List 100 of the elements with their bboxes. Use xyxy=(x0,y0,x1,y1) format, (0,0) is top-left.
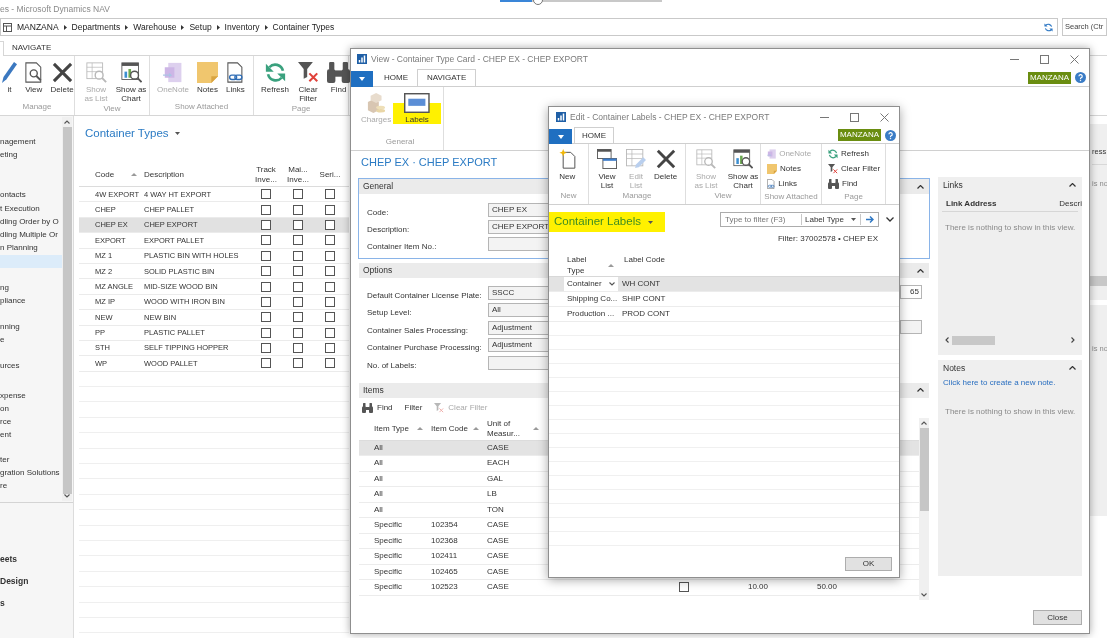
nav-item[interactable]: ontacts xyxy=(0,188,62,202)
nav-item[interactable]: n Planning xyxy=(0,241,62,256)
help-icon[interactable] xyxy=(1075,72,1086,83)
checkbox[interactable] xyxy=(293,312,303,323)
scrollbar-thumb[interactable] xyxy=(919,427,929,511)
vertical-scrollbar[interactable] xyxy=(919,417,929,600)
checkbox[interactable] xyxy=(293,189,303,200)
checkbox[interactable] xyxy=(261,312,271,323)
ribbon-button[interactable]: Delete xyxy=(48,61,76,94)
chevron-down-icon[interactable] xyxy=(886,217,894,222)
checkbox[interactable] xyxy=(293,281,303,292)
checkbox[interactable] xyxy=(261,204,271,215)
factbox-header[interactable]: Links xyxy=(938,177,1082,193)
breadcrumb-link[interactable]: Inventory xyxy=(224,20,260,34)
nav-button[interactable]: s xyxy=(0,596,5,610)
checkbox[interactable] xyxy=(325,266,335,277)
nav-item[interactable]: t Execution xyxy=(0,201,62,216)
nav-item[interactable]: gration Solutions xyxy=(0,466,62,480)
ribbon-button[interactable]: New xyxy=(557,148,578,181)
checkbox[interactable] xyxy=(325,343,335,354)
factbox-header[interactable]: Notes xyxy=(938,360,1082,376)
toolbar-button[interactable]: Filter xyxy=(404,401,423,414)
ribbon-button[interactable]: View xyxy=(23,61,45,94)
table-row[interactable]: Shipping Co... SHIP CONT xyxy=(549,292,899,307)
dropdown-field[interactable]: Container xyxy=(564,277,618,291)
close-button[interactable]: Close xyxy=(1033,610,1082,625)
ribbon-button[interactable]: Clear Filter xyxy=(828,161,881,176)
slider-thumb[interactable] xyxy=(533,0,544,5)
page-title-dropdown[interactable]: Container Labels xyxy=(549,212,665,232)
chevron-up-icon[interactable] xyxy=(1069,183,1076,187)
column-header[interactable]: Track Inve... xyxy=(251,164,281,185)
help-icon[interactable] xyxy=(885,129,896,141)
ribbon-button[interactable]: Find xyxy=(828,176,858,191)
ribbon-button[interactable]: Labels xyxy=(393,92,441,124)
ribbon-button[interactable]: Notes xyxy=(195,61,221,94)
scrollbar-thumb[interactable] xyxy=(952,335,995,345)
column-header[interactable]: Code xyxy=(95,168,144,181)
checkbox[interactable] xyxy=(293,219,303,230)
ribbon-button[interactable]: Delete xyxy=(652,148,680,181)
nav-item[interactable]: nning xyxy=(0,319,62,334)
ribbon-button[interactable]: View List xyxy=(594,148,620,190)
text-field[interactable] xyxy=(488,236,548,251)
ribbon-button[interactable]: Show as Chart xyxy=(112,61,150,103)
checkbox[interactable] xyxy=(293,266,303,277)
nav-item[interactable]: re xyxy=(0,479,62,493)
ribbon-button[interactable]: Notes xyxy=(767,161,801,176)
checkbox[interactable] xyxy=(325,250,335,261)
ribbon-button[interactable]: Refresh xyxy=(259,61,291,94)
tab[interactable]: HOME xyxy=(574,127,614,143)
nav-item[interactable]: xpense xyxy=(0,388,62,403)
checkbox[interactable] xyxy=(325,327,335,338)
nav-item[interactable]: on xyxy=(0,402,62,416)
column-header[interactable]: Seri... xyxy=(315,169,345,180)
text-field[interactable]: CHEP EXPORT xyxy=(488,219,548,234)
nav-item[interactable]: ent xyxy=(0,428,62,443)
nav-item[interactable]: ng xyxy=(0,281,62,295)
filter-field[interactable]: Type to filter (F3) Label Type xyxy=(720,212,879,227)
chevron-up-icon[interactable] xyxy=(917,388,924,392)
ribbon-button[interactable]: Refresh xyxy=(828,146,869,161)
nav-item[interactable]: ter xyxy=(0,453,62,467)
column-header[interactable]: Label Type xyxy=(564,252,620,276)
checkbox[interactable] xyxy=(293,358,303,369)
column-header[interactable]: Item Type xyxy=(374,423,431,434)
nav-item[interactable]: urces xyxy=(0,359,62,373)
nav-item[interactable]: rce xyxy=(0,415,62,429)
app-menu-button[interactable] xyxy=(351,71,373,87)
chevron-up-icon[interactable] xyxy=(917,268,924,273)
column-header[interactable]: Description xyxy=(144,168,250,181)
text-field[interactable] xyxy=(900,320,922,334)
tab[interactable]: HOME xyxy=(375,69,417,86)
refresh-icon[interactable] xyxy=(1044,22,1053,32)
nav-item[interactable]: dling Multiple Or xyxy=(0,228,62,242)
nav-item[interactable]: dling Order by O xyxy=(0,215,62,229)
breadcrumb-link[interactable]: Setup xyxy=(189,20,212,34)
column-header[interactable]: Item Code xyxy=(431,423,487,434)
checkbox[interactable] xyxy=(293,235,303,246)
ribbon-button[interactable]: it xyxy=(0,61,19,94)
checkbox[interactable] xyxy=(325,219,335,230)
app-menu-button[interactable] xyxy=(549,129,572,144)
text-field[interactable] xyxy=(488,355,548,370)
checkbox[interactable] xyxy=(261,250,271,261)
checkbox[interactable] xyxy=(325,312,335,323)
checkbox[interactable] xyxy=(261,235,271,246)
breadcrumb-link[interactable]: Warehouse xyxy=(133,20,177,34)
checkbox[interactable] xyxy=(261,219,271,230)
page-title-dropdown[interactable]: Container Types xyxy=(85,125,180,141)
checkbox[interactable] xyxy=(261,358,271,369)
checkbox[interactable] xyxy=(293,296,303,307)
checkbox[interactable] xyxy=(261,266,271,277)
column-header[interactable]: Mai... Inve... xyxy=(283,164,313,185)
ribbon-button[interactable]: Clear Filter xyxy=(293,61,323,103)
nav-item[interactable]: eting xyxy=(0,148,62,162)
checkbox[interactable] xyxy=(261,281,271,292)
checkbox[interactable] xyxy=(325,358,335,369)
ribbon-button[interactable]: Show as Chart xyxy=(724,148,762,190)
checkbox[interactable] xyxy=(261,327,271,338)
tab[interactable]: NAVIGATE xyxy=(417,69,477,86)
breadcrumb-link[interactable]: Container Types xyxy=(272,20,335,34)
checkbox[interactable] xyxy=(293,343,303,354)
checkbox[interactable] xyxy=(293,250,303,261)
